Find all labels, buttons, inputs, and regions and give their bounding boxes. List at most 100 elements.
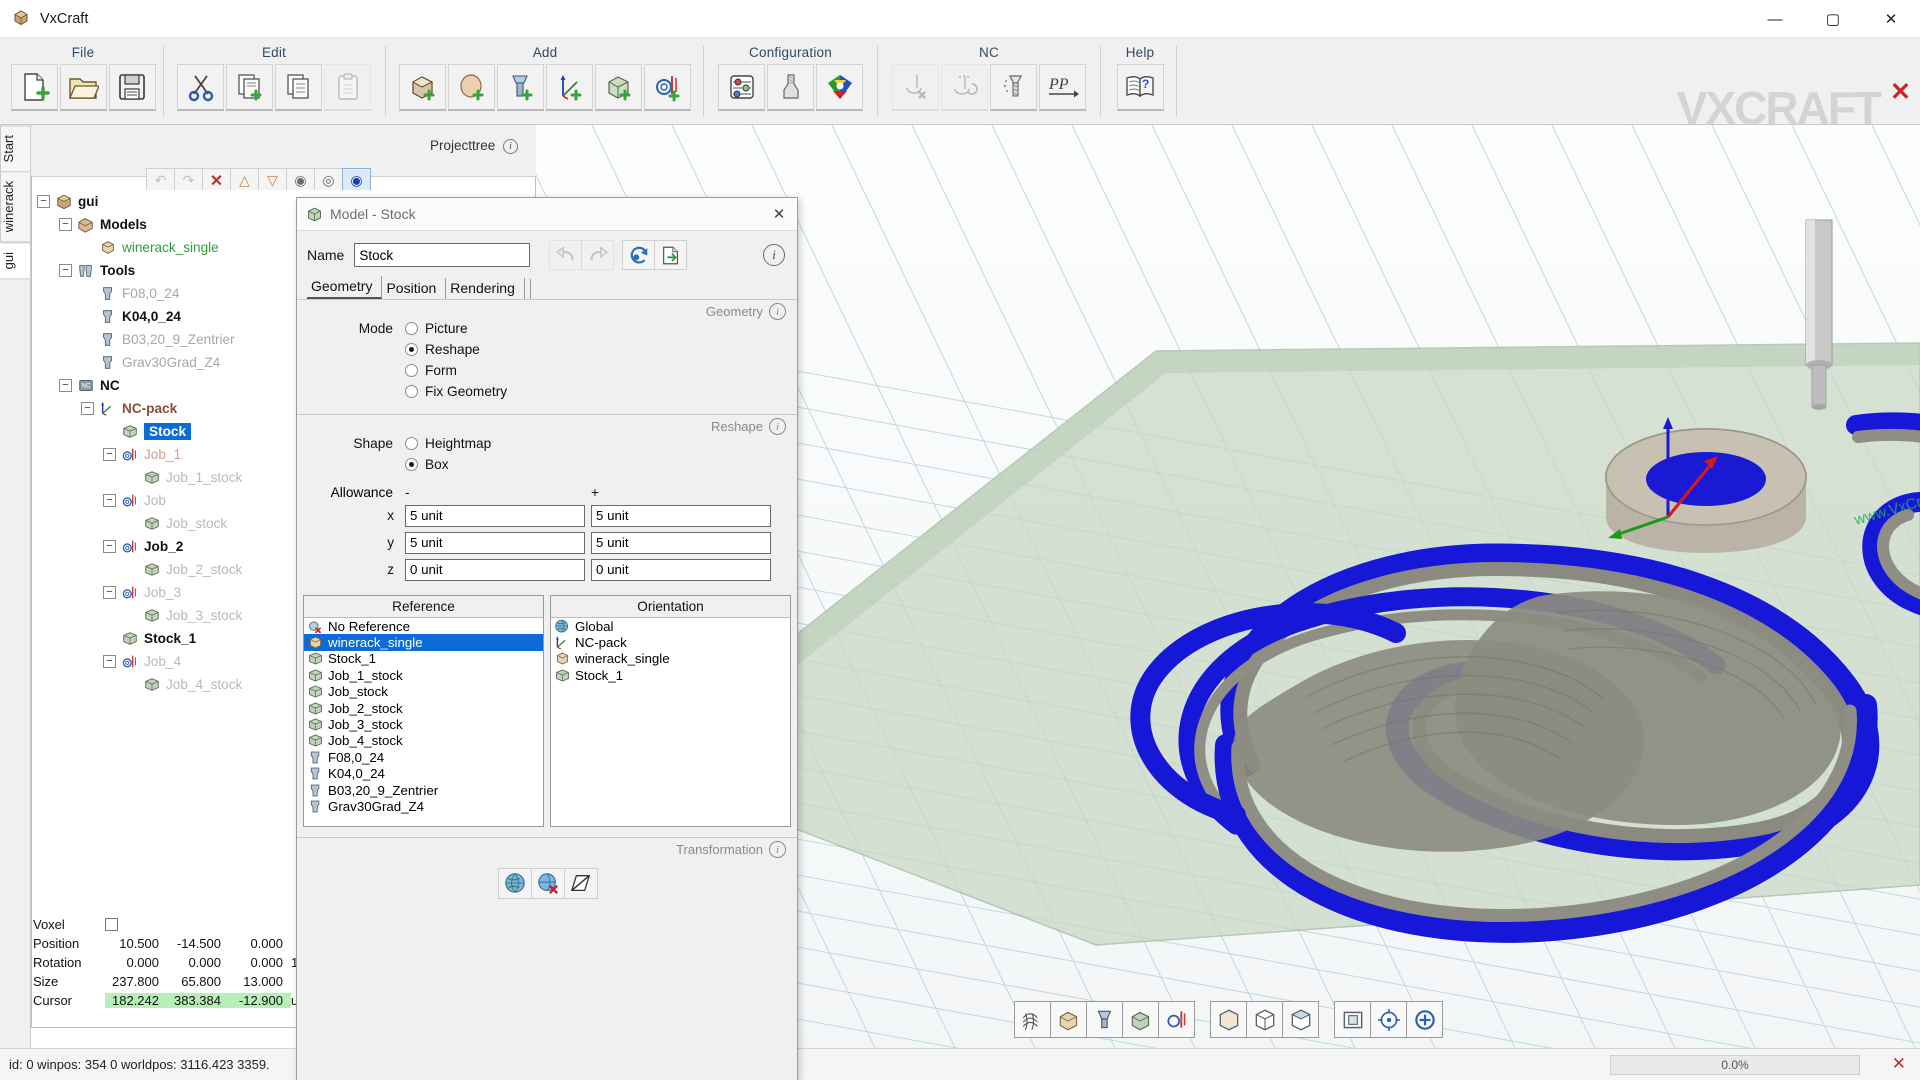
list-item[interactable]: Job_stock	[304, 684, 543, 700]
dialog-tab-position[interactable]: Position	[382, 278, 447, 299]
list-item[interactable]: No Reference	[304, 618, 543, 634]
reference-listbox[interactable]: Reference No Reference winerack_single Sto…	[303, 595, 544, 827]
radio-button[interactable]	[405, 458, 418, 471]
view-fit-button[interactable]	[1334, 1001, 1371, 1038]
nc-simulate-button[interactable]	[941, 64, 988, 111]
tree-expander-icon[interactable]: −	[103, 448, 116, 461]
undo-button[interactable]	[549, 240, 583, 270]
settings-button[interactable]	[718, 64, 765, 111]
list-item[interactable]: Job_1_stock	[304, 667, 543, 683]
vertical-tab-winerack[interactable]: winerack	[0, 171, 31, 243]
view-tool-button[interactable]	[1086, 1001, 1123, 1038]
list-item[interactable]: NC-pack	[551, 634, 790, 650]
geometry-info-icon[interactable]: i	[769, 303, 786, 320]
allowance-minus-input-y[interactable]	[405, 531, 585, 554]
view-center-origin-button[interactable]	[1370, 1001, 1407, 1038]
view-top-button[interactable]	[1282, 1001, 1319, 1038]
transformation-info-icon[interactable]: i	[769, 841, 786, 858]
allowance-minus-input-x[interactable]	[405, 504, 585, 527]
radio-button[interactable]	[405, 385, 418, 398]
list-item[interactable]: F08,0_24	[304, 749, 543, 765]
radio-row[interactable]: Shape Heightmap	[309, 433, 785, 454]
list-item[interactable]: Stock_1	[551, 667, 790, 683]
dialog-close-button[interactable]: ✕	[761, 198, 797, 231]
radio-row[interactable]: Fix Geometry	[309, 381, 785, 402]
transform-reset-button[interactable]	[530, 868, 565, 899]
reshape-info-icon[interactable]: i	[769, 418, 786, 435]
view-iso-button[interactable]	[1246, 1001, 1283, 1038]
tree-expander-icon[interactable]: −	[103, 586, 116, 599]
copy-button[interactable]	[226, 64, 273, 111]
view-wireframe-button[interactable]	[1014, 1001, 1051, 1038]
list-item[interactable]: Global	[551, 618, 790, 634]
tree-expander-icon[interactable]: −	[81, 402, 94, 415]
radio-row[interactable]: Reshape	[309, 339, 785, 360]
tree-expander-icon[interactable]: −	[103, 494, 116, 507]
minimize-button[interactable]: —	[1746, 0, 1804, 38]
list-item[interactable]: K04,0_24	[304, 766, 543, 782]
nc-mill-button[interactable]	[990, 64, 1037, 111]
list-item[interactable]: winerack_single	[551, 651, 790, 667]
duplicate-button[interactable]	[275, 64, 322, 111]
color-config-button[interactable]	[816, 64, 863, 111]
add-stock-button[interactable]	[595, 64, 642, 111]
new-file-button[interactable]	[10, 64, 58, 111]
export-button[interactable]	[654, 240, 688, 270]
radio-row[interactable]: Box	[309, 454, 785, 475]
list-item[interactable]: Grav30Grad_Z4	[304, 798, 543, 814]
add-sphere-button[interactable]	[448, 64, 495, 111]
orientation-listbox[interactable]: Orientation Global NC-pack winerack_single…	[550, 595, 791, 827]
dialog-info-icon[interactable]: i	[763, 244, 785, 266]
tree-expander-icon[interactable]: −	[103, 540, 116, 553]
cut-button[interactable]	[177, 64, 224, 111]
tree-expander-icon[interactable]: −	[103, 655, 116, 668]
close-button[interactable]: ✕	[1862, 0, 1920, 38]
dialog-tab-rendering[interactable]: Rendering	[446, 278, 525, 299]
project-tree-info-icon[interactable]: i	[503, 138, 519, 154]
voxel-checkbox[interactable]	[105, 918, 118, 931]
paste-button[interactable]	[324, 64, 371, 111]
list-item[interactable]: winerack_single	[304, 634, 543, 651]
tool-config-button[interactable]	[767, 64, 814, 111]
allowance-plus-input-z[interactable]	[591, 558, 771, 581]
radio-button[interactable]	[405, 322, 418, 335]
save-file-button[interactable]	[108, 64, 156, 111]
add-job-button[interactable]	[644, 64, 691, 111]
list-item[interactable]: Job_4_stock	[304, 733, 543, 749]
tree-expander-icon[interactable]: −	[59, 218, 72, 231]
add-tool-button[interactable]	[497, 64, 544, 111]
add-coordinate-system-button[interactable]	[546, 64, 593, 111]
nc-postprocess-button[interactable]: PP	[1039, 64, 1086, 111]
ribbon-close-icon[interactable]: ✕	[1890, 80, 1911, 105]
list-item[interactable]: Job_3_stock	[304, 716, 543, 732]
help-manual-button[interactable]: ?	[1116, 64, 1164, 111]
transform-mirror-button[interactable]	[563, 868, 598, 899]
view-front-button[interactable]	[1210, 1001, 1247, 1038]
radio-button[interactable]	[405, 343, 418, 356]
transform-global-button[interactable]	[497, 868, 532, 899]
open-file-button[interactable]	[59, 64, 107, 111]
allowance-plus-input-x[interactable]	[591, 504, 771, 527]
tree-expander-icon[interactable]: −	[59, 379, 72, 392]
dialog-tab-geometry[interactable]: Geometry	[307, 276, 383, 299]
list-item[interactable]: Stock_1	[304, 651, 543, 667]
tree-expander-icon[interactable]: −	[59, 264, 72, 277]
vertical-tab-start[interactable]: Start	[0, 125, 31, 173]
vertical-tab-gui[interactable]: gui	[0, 241, 31, 280]
refresh-button[interactable]	[622, 240, 656, 270]
redo-button[interactable]	[581, 240, 615, 270]
view-model-button[interactable]	[1050, 1001, 1087, 1038]
radio-button[interactable]	[405, 364, 418, 377]
radio-row[interactable]: Form	[309, 360, 785, 381]
allowance-minus-input-z[interactable]	[405, 558, 585, 581]
maximize-button[interactable]: ▢	[1804, 0, 1862, 38]
name-input[interactable]	[354, 243, 531, 267]
status-close-icon[interactable]: ✕	[1892, 1054, 1906, 1074]
list-item[interactable]: Job_2_stock	[304, 700, 543, 716]
view-zoom-in-button[interactable]	[1406, 1001, 1443, 1038]
view-stock-button[interactable]	[1122, 1001, 1159, 1038]
view-toolpath-button[interactable]	[1158, 1001, 1195, 1038]
allowance-plus-input-y[interactable]	[591, 531, 771, 554]
radio-button[interactable]	[405, 437, 418, 450]
radio-row[interactable]: Mode Picture	[309, 318, 785, 339]
